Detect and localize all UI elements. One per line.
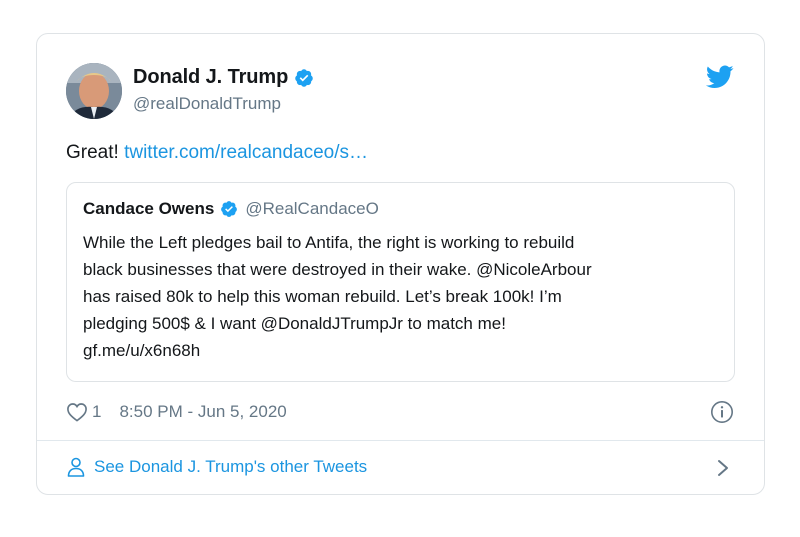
person-icon bbox=[67, 457, 85, 477]
heart-icon[interactable] bbox=[66, 402, 88, 422]
author-display-name[interactable]: Donald J. Trump bbox=[133, 66, 288, 89]
quoted-text-line: black businesses that were destroyed in … bbox=[83, 260, 592, 279]
like-count: 1 bbox=[92, 402, 102, 421]
quoted-text-line: has raised 80k to help this woman rebuil… bbox=[83, 287, 562, 306]
quoted-author-row: Candace Owens @RealCandaceO bbox=[83, 199, 379, 219]
quoted-text-line: pledging 500$ & I want @DonaldJTrumpJr t… bbox=[83, 314, 506, 333]
chevron-right-icon[interactable] bbox=[716, 458, 730, 478]
tweet-text-prefix: Great! bbox=[66, 142, 125, 163]
see-other-tweets-label[interactable]: See Donald J. Trump's other Tweets bbox=[94, 457, 367, 477]
quoted-text-line: While the Left pledges bail to Antifa, t… bbox=[83, 233, 575, 252]
tweet-text: Great! twitter.com/realcandaceo/s… bbox=[66, 142, 368, 164]
tweet-embed-card: Donald J. Trump @realDonaldTrump Great! … bbox=[36, 33, 765, 495]
quoted-tweet-text: While the Left pledges bail to Antifa, t… bbox=[83, 229, 723, 364]
twitter-bird-icon[interactable] bbox=[706, 65, 734, 89]
verified-badge-icon bbox=[221, 201, 238, 217]
quoted-text-line: gf.me/u/x6n68h bbox=[83, 341, 201, 360]
tweet-footer[interactable]: See Donald J. Trump's other Tweets bbox=[37, 441, 764, 495]
quoted-tweet[interactable]: Candace Owens @RealCandaceO While the Le… bbox=[66, 182, 735, 382]
quoted-author-handle: @RealCandaceO bbox=[245, 199, 379, 218]
author-handle[interactable]: @realDonaldTrump bbox=[133, 94, 281, 114]
tweet-quote-link[interactable]: twitter.com/realcandaceo/s… bbox=[124, 142, 368, 163]
quoted-author-name: Candace Owens bbox=[83, 199, 215, 218]
see-other-tweets-link[interactable]: See Donald J. Trump's other Tweets bbox=[67, 457, 367, 477]
info-icon[interactable] bbox=[710, 400, 734, 424]
tweet-meta: 1 8:50 PM - Jun 5, 2020 bbox=[66, 399, 287, 425]
tweet-timestamp[interactable]: 8:50 PM - Jun 5, 2020 bbox=[119, 402, 286, 422]
author-avatar[interactable] bbox=[66, 63, 122, 119]
author-name-row: Donald J. Trump bbox=[133, 66, 314, 89]
tweet-header: Donald J. Trump @realDonaldTrump bbox=[66, 63, 734, 123]
verified-badge-icon bbox=[295, 68, 313, 87]
